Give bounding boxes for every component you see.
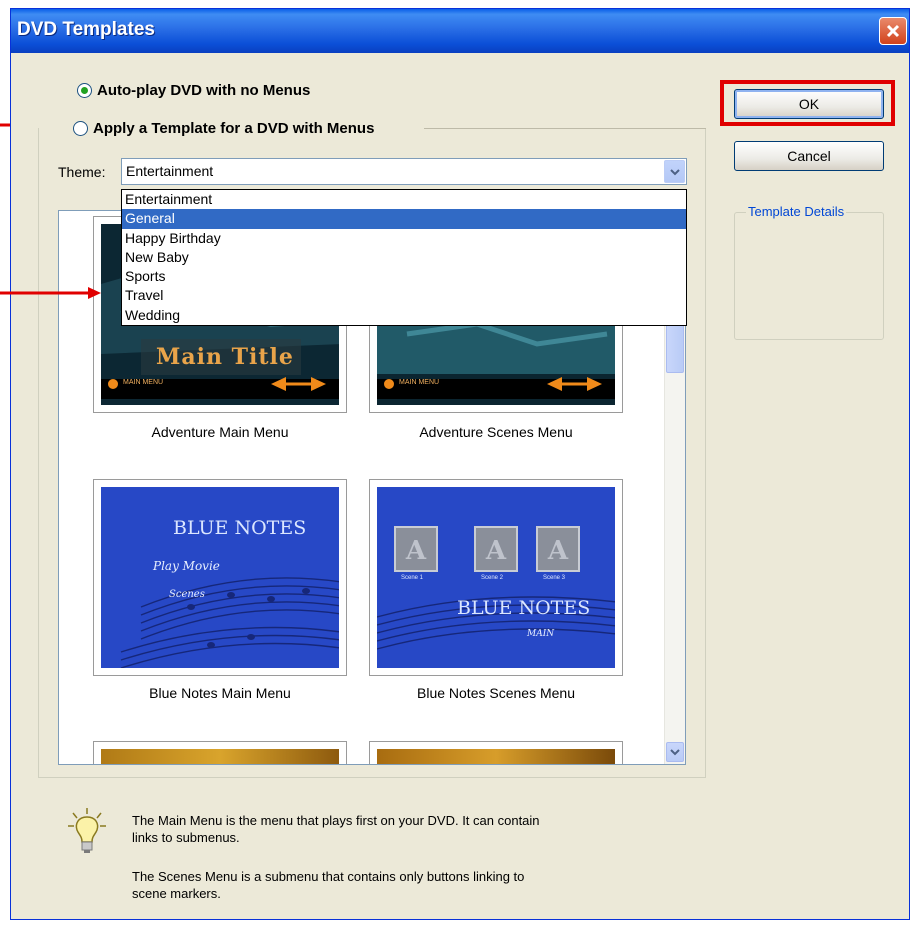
template-thumbnail-partial[interactable]	[369, 741, 623, 764]
theme-option-sports[interactable]: Sports	[122, 267, 686, 286]
scroll-down-button[interactable]	[666, 742, 684, 762]
thumb-play-movie: Play Movie	[153, 559, 220, 573]
close-icon	[886, 24, 900, 38]
theme-value: Entertainment	[126, 163, 214, 179]
theme-option-new-baby[interactable]: New Baby	[122, 248, 686, 267]
help-text-main-menu-2: links to submenus.	[132, 830, 240, 845]
dropdown-button[interactable]	[664, 160, 685, 183]
svg-text:A: A	[547, 536, 569, 566]
template-caption: Blue Notes Main Menu	[149, 685, 291, 701]
title-bar: DVD Templates	[11, 9, 909, 53]
blue-notes-main-preview	[101, 487, 339, 668]
group-divider	[424, 128, 706, 129]
ok-highlight-annotation	[720, 80, 895, 126]
help-text-main-menu-1: The Main Menu is the menu that plays fir…	[132, 813, 540, 828]
theme-option-entertainment[interactable]: Entertainment	[122, 190, 686, 209]
theme-label: Theme:	[58, 164, 106, 180]
chevron-down-icon	[669, 168, 680, 175]
thumb-menu-label: MAIN MENU	[399, 379, 440, 386]
scroll-thumb[interactable]	[666, 321, 684, 373]
thumb-scene-label: Scene 1	[401, 575, 424, 581]
template-thumbnail-blue-notes-scenes[interactable]: A A A Scene 1 Scene 2 Scene 3 BLUE NOTES…	[369, 479, 623, 676]
autoplay-label: Auto-play DVD with no Menus	[97, 82, 311, 99]
apply-template-label: Apply a Template for a DVD with Menus	[93, 120, 375, 137]
thumb-title: BLUE NOTES	[457, 597, 591, 619]
svg-text:A: A	[405, 536, 427, 566]
annotation-arrow-icon	[0, 287, 101, 299]
help-text-scenes-menu-1: The Scenes Menu is a submenu that contai…	[132, 869, 525, 884]
template-details-label: Template Details	[746, 204, 847, 219]
template-caption: Blue Notes Scenes Menu	[417, 685, 575, 701]
theme-option-happy-birthday[interactable]: Happy Birthday	[122, 229, 686, 248]
thumb-scene-label: Scene 2	[481, 575, 504, 581]
autoplay-option[interactable]: Auto-play DVD with no Menus	[77, 82, 310, 99]
svg-text:A: A	[485, 536, 507, 566]
thumb-title: BLUE NOTES	[173, 517, 307, 539]
cancel-button[interactable]: Cancel	[734, 141, 884, 171]
thumb-scene-label: Scene 3	[543, 575, 566, 581]
close-button[interactable]	[879, 17, 907, 45]
window-title: DVD Templates	[17, 19, 155, 40]
apply-template-radio[interactable]	[73, 121, 88, 136]
template-caption: Adventure Scenes Menu	[419, 424, 573, 440]
thumb-title: Main Title	[156, 344, 294, 370]
template-thumbnail-blue-notes-main[interactable]: BLUE NOTES Play Movie Scenes	[93, 479, 347, 676]
theme-option-wedding[interactable]: Wedding	[122, 306, 686, 325]
theme-select[interactable]: Entertainment	[121, 158, 687, 185]
apply-template-option[interactable]: Apply a Template for a DVD with Menus	[73, 120, 381, 137]
lightbulb-icon	[68, 808, 106, 853]
theme-option-travel[interactable]: Travel	[122, 286, 686, 305]
thumb-menu-label: MAIN MENU	[123, 379, 164, 386]
template-caption: Adventure Main Menu	[151, 424, 289, 440]
theme-dropdown-list[interactable]: Entertainment General Happy Birthday New…	[121, 189, 687, 326]
template-details-box	[734, 212, 884, 340]
thumb-nav: MAIN	[527, 629, 555, 639]
theme-option-general[interactable]: General	[122, 209, 686, 229]
template-thumbnail-partial[interactable]	[93, 741, 347, 764]
autoplay-radio[interactable]	[77, 83, 92, 98]
thumb-scenes: Scenes	[169, 589, 205, 600]
chevron-down-icon	[670, 749, 680, 756]
help-text-scenes-menu-2: scene markers.	[132, 886, 221, 901]
